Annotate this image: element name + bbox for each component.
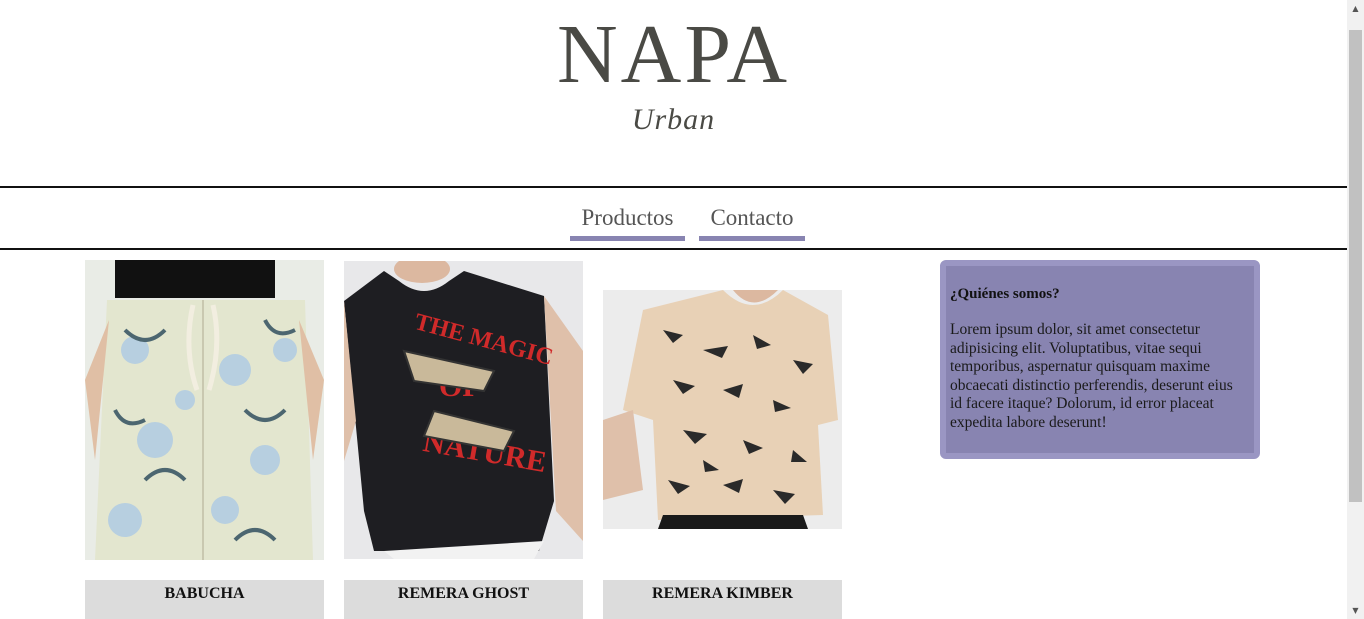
about-body: Lorem ipsum dolor, sit amet consectetur … bbox=[950, 321, 1233, 431]
nav-link-contacto[interactable]: Contacto bbox=[699, 202, 805, 241]
vertical-scrollbar[interactable]: ▲ ▼ bbox=[1347, 0, 1364, 619]
product-name[interactable]: BABUCHA bbox=[85, 580, 324, 619]
page: NAPA Urban Productos Contacto BABUCHA TH… bbox=[0, 0, 1347, 619]
scroll-up-arrow-icon[interactable]: ▲ bbox=[1347, 0, 1364, 17]
nav-link-productos[interactable]: Productos bbox=[570, 202, 685, 241]
scroll-thumb[interactable] bbox=[1349, 30, 1362, 502]
product-image[interactable] bbox=[603, 290, 842, 529]
brand-name: NAPA bbox=[557, 8, 790, 101]
brand-tagline: Urban bbox=[631, 103, 716, 136]
scroll-down-arrow-icon[interactable]: ▼ bbox=[1347, 602, 1364, 619]
product-name[interactable]: REMERA GHOST bbox=[344, 580, 583, 619]
main-nav: Productos Contacto bbox=[0, 186, 1347, 250]
product-image[interactable]: THE MAGIC OF NATURE bbox=[344, 261, 583, 559]
logo[interactable]: NAPA Urban bbox=[0, 0, 1347, 186]
about-box: ¿Quiénes somos? Lorem ipsum dolor, sit a… bbox=[940, 260, 1260, 459]
about-title: ¿Quiénes somos? bbox=[950, 286, 1060, 302]
product-image[interactable] bbox=[85, 260, 324, 560]
product-name[interactable]: REMERA KIMBER bbox=[603, 580, 842, 619]
